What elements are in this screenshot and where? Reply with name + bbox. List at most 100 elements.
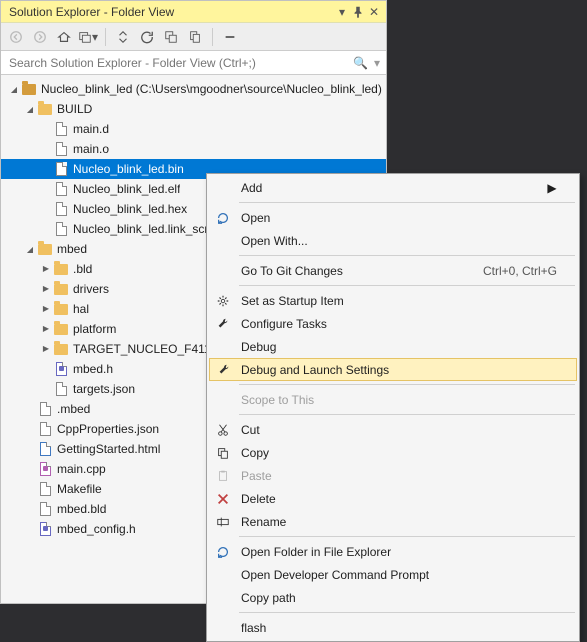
menu-label: Open Folder in File Explorer — [237, 545, 557, 559]
tree-folder-build[interactable]: BUILD — [1, 99, 386, 119]
menu-dev-prompt[interactable]: Open Developer Command Prompt — [209, 563, 577, 586]
chevron-right-icon[interactable] — [39, 305, 53, 314]
menu-copy-path[interactable]: Copy path — [209, 586, 577, 609]
menu-label: Rename — [237, 515, 557, 529]
switch-views-button[interactable]: ▾ — [77, 26, 99, 48]
panel-titlebar: Solution Explorer - Folder View ▾ ✕ — [1, 1, 386, 23]
folder-icon — [53, 261, 69, 277]
sync-button[interactable] — [112, 26, 134, 48]
menu-delete[interactable]: Delete — [209, 487, 577, 510]
menu-paste: Paste — [209, 464, 577, 487]
show-all-files-button[interactable] — [184, 26, 206, 48]
menu-separator — [239, 384, 575, 385]
menu-copy[interactable]: Copy — [209, 441, 577, 464]
tree-label: Nucleo_blink_led.bin — [73, 162, 184, 176]
menu-separator — [239, 202, 575, 203]
file-icon — [53, 181, 69, 197]
refresh-button[interactable] — [136, 26, 158, 48]
menu-label: Set as Startup Item — [237, 294, 557, 308]
wrench-icon — [210, 363, 237, 377]
menu-label: Cut — [237, 423, 557, 437]
copy-icon — [209, 446, 237, 460]
submenu-arrow-icon: ▶ — [547, 181, 557, 195]
menu-label: Delete — [237, 492, 557, 506]
menu-debug-launch-settings[interactable]: Debug and Launch Settings — [209, 358, 577, 381]
tree-file[interactable]: main.o — [1, 139, 386, 159]
open-external-icon — [209, 545, 237, 559]
menu-label: Go To Git Changes — [237, 264, 483, 278]
folder-icon — [53, 321, 69, 337]
search-input[interactable] — [5, 56, 349, 70]
file-icon — [53, 121, 69, 137]
menu-rename[interactable]: Rename — [209, 510, 577, 533]
menu-open[interactable]: Open — [209, 206, 577, 229]
menu-shortcut: Ctrl+0, Ctrl+G — [483, 264, 557, 278]
menu-label: flash — [237, 621, 557, 635]
file-icon — [53, 201, 69, 217]
tree-label: TARGET_NUCLEO_F411RE — [73, 342, 227, 356]
chevron-right-icon[interactable] — [39, 265, 53, 274]
folder-icon — [53, 341, 69, 357]
folder-icon — [53, 301, 69, 317]
menu-label: Open — [237, 211, 557, 225]
menu-label: Configure Tasks — [237, 317, 557, 331]
chevron-right-icon[interactable] — [39, 285, 53, 294]
menu-set-startup[interactable]: Set as Startup Item — [209, 289, 577, 312]
cut-icon — [209, 423, 237, 437]
chevron-down-icon[interactable] — [7, 85, 21, 94]
menu-separator — [239, 612, 575, 613]
nav-back-button[interactable] — [5, 26, 27, 48]
menu-label: Copy — [237, 446, 557, 460]
file-h-icon — [53, 361, 69, 377]
tree-label: GettingStarted.html — [57, 442, 160, 456]
properties-button[interactable] — [219, 26, 241, 48]
window-dropdown-icon[interactable]: ▾ — [334, 4, 350, 20]
menu-configure-tasks[interactable]: Configure Tasks — [209, 312, 577, 335]
menu-add[interactable]: Add▶ — [209, 176, 577, 199]
menu-label: Add — [237, 181, 547, 195]
file-cpp-icon — [37, 461, 53, 477]
file-h-icon — [37, 521, 53, 537]
menu-scope-to-this: Scope to This — [209, 388, 577, 411]
pin-icon[interactable] — [350, 4, 366, 20]
file-icon — [37, 401, 53, 417]
close-icon[interactable]: ✕ — [366, 4, 382, 20]
search-bar: 🔍 ▾ — [1, 51, 386, 75]
menu-debug[interactable]: Debug — [209, 335, 577, 358]
menu-label: Open With... — [237, 234, 557, 248]
tree-label: platform — [73, 322, 116, 336]
nav-forward-button[interactable] — [29, 26, 51, 48]
menu-label: Copy path — [237, 591, 557, 605]
search-dropdown-icon[interactable]: ▾ — [372, 56, 382, 70]
chevron-down-icon[interactable] — [23, 245, 37, 254]
panel-title: Solution Explorer - Folder View — [5, 5, 334, 19]
menu-open-folder-explorer[interactable]: Open Folder in File Explorer — [209, 540, 577, 563]
menu-separator — [239, 285, 575, 286]
home-button[interactable] — [53, 26, 75, 48]
menu-git-changes[interactable]: Go To Git ChangesCtrl+0, Ctrl+G — [209, 259, 577, 282]
tree-label: hal — [73, 302, 89, 316]
file-icon — [53, 141, 69, 157]
tree-label: Nucleo_blink_led (C:\Users\mgoodner\sour… — [41, 82, 382, 96]
menu-flash[interactable]: flash — [209, 616, 577, 639]
file-icon — [53, 161, 69, 177]
collapse-all-button[interactable] — [160, 26, 182, 48]
wrench-icon — [209, 317, 237, 331]
tree-label: BUILD — [57, 102, 92, 116]
chevron-right-icon[interactable] — [39, 325, 53, 334]
menu-cut[interactable]: Cut — [209, 418, 577, 441]
chevron-right-icon[interactable] — [39, 345, 53, 354]
tree-file[interactable]: main.d — [1, 119, 386, 139]
tree-root-node[interactable]: Nucleo_blink_led (C:\Users\mgoodner\sour… — [1, 79, 386, 99]
menu-open-with[interactable]: Open With... — [209, 229, 577, 252]
toolbar-separator — [212, 28, 213, 46]
menu-label: Scope to This — [237, 393, 557, 407]
chevron-down-icon[interactable] — [23, 105, 37, 114]
tree-label: drivers — [73, 282, 109, 296]
menu-label: Open Developer Command Prompt — [237, 568, 557, 582]
folder-icon — [37, 101, 53, 117]
tree-label: mbed_config.h — [57, 522, 136, 536]
tree-label: main.o — [73, 142, 109, 156]
menu-separator — [239, 255, 575, 256]
search-icon[interactable]: 🔍 — [349, 56, 372, 70]
